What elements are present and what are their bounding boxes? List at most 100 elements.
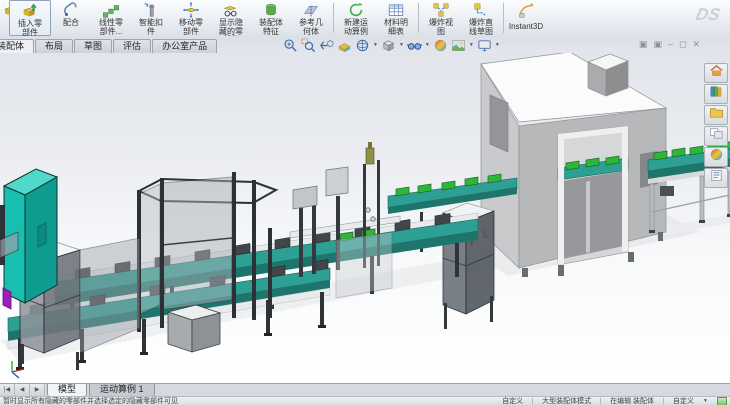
file-explorer-tab[interactable]	[704, 105, 728, 125]
solidworks-resources-tab[interactable]	[704, 63, 728, 83]
smart-fasteners-button[interactable]: 智能扣件	[131, 0, 171, 36]
close-icon[interactable]: ✕	[692, 39, 700, 49]
status-editing-assembly: 在编辑 装配体	[610, 396, 654, 405]
status-units[interactable]: 自定义	[673, 396, 694, 405]
status-large-assembly-mode: 大型装配体模式	[542, 396, 591, 405]
minimize-icon[interactable]: –	[668, 39, 673, 49]
insert-components-button[interactable]: 插入零部件 ▼	[9, 0, 51, 36]
previous-view-icon[interactable]	[319, 38, 334, 53]
units-dropdown-caret[interactable]: ▼	[703, 398, 708, 404]
zoom-to-fit-icon[interactable]	[283, 38, 298, 53]
instant3d-icon	[516, 1, 536, 19]
move-component-button[interactable]: 移动零部件 ▼	[171, 0, 211, 36]
dropdown-caret[interactable]: ▼	[469, 42, 474, 48]
motion-study-icon	[346, 1, 366, 19]
dropdown-caret[interactable]: ▼	[495, 42, 500, 48]
exploded-view-label: 爆炸视图	[426, 19, 456, 36]
edit-appearance-icon[interactable]	[433, 38, 448, 53]
commandmanager-tabs: 装配体 布局 草图 评估 办公室产品	[0, 37, 270, 53]
toolbar-separator	[333, 3, 334, 33]
status-bar: 暂时显示所有隐藏的零部件并选择选定的隐藏零部件可见 自定义 大型装配体模式 在编…	[0, 396, 730, 405]
mate-button[interactable]: 配合	[51, 0, 91, 36]
mate-label: 配合	[63, 19, 79, 28]
tab-row: 装配体 布局 草图 评估 办公室产品 ▼ ▼	[0, 36, 730, 53]
view-orientation-icon[interactable]	[355, 38, 370, 53]
restore-icon[interactable]: ◻	[679, 39, 686, 49]
status-hint: 暂时显示所有隐藏的零部件并选择选定的隐藏零部件可见	[3, 396, 502, 405]
linear-pattern-icon	[101, 1, 121, 19]
tab-office-products[interactable]: 办公室产品	[152, 39, 217, 53]
slides-icon	[709, 126, 724, 146]
new-motion-study-button[interactable]: 新建运动算例	[336, 0, 376, 36]
toolbar-separator	[418, 3, 419, 33]
linear-pattern-label: 线性零部件...	[96, 19, 126, 36]
custom-properties-tab[interactable]	[704, 168, 728, 188]
explode-line-sketch-button[interactable]: 爆炸直线草图	[461, 0, 501, 36]
instant3d-label: Instant3D	[509, 23, 543, 32]
tab-sketch[interactable]: 草图	[74, 39, 112, 53]
mate-icon	[61, 1, 81, 19]
roof-box	[588, 54, 628, 96]
dropdown-caret[interactable]: ▼	[373, 42, 378, 48]
view-settings-icon[interactable]	[477, 38, 492, 53]
main-machine-enclosure	[481, 53, 666, 268]
explode-line-sketch-label: 爆炸直线草图	[466, 19, 496, 36]
apply-scene-icon[interactable]	[451, 38, 466, 53]
assembly-features-icon	[261, 1, 281, 19]
purple-part	[3, 288, 11, 309]
linear-component-pattern-button[interactable]: 线性零部件... ▼	[91, 0, 131, 36]
show-hidden-components-icon	[221, 1, 241, 19]
insert-components-icon	[20, 2, 40, 20]
assembly-scene	[0, 53, 730, 383]
toolbar-separator	[503, 3, 504, 33]
tab-nav-next[interactable]: ▶	[30, 384, 45, 396]
display-style-icon[interactable]	[381, 38, 396, 53]
command-manager: 插入零部件 ▼ 配合 线性零部件... ▼ 智能扣件 移	[0, 0, 730, 37]
books-icon	[709, 84, 724, 104]
status-separator	[663, 398, 664, 405]
smart-fasteners-label: 智能扣件	[136, 19, 166, 36]
exploded-view-button[interactable]: 爆炸视图	[421, 0, 461, 36]
design-library-tab[interactable]	[704, 84, 728, 104]
tab-layout[interactable]: 布局	[35, 39, 73, 53]
zoom-to-area-icon[interactable]	[301, 38, 316, 53]
viewport-3d[interactable]: DS	[0, 53, 730, 383]
bill-of-materials-button[interactable]: 材料明细表	[376, 0, 416, 36]
dassault-logo: DS	[694, 5, 722, 25]
tab-nav-first[interactable]: |◀	[0, 384, 15, 396]
instant3d-button[interactable]: Instant3D	[506, 0, 546, 36]
bottom-tab-bar: |◀ ◀ ▶ 模型 运动算例 1	[0, 383, 730, 397]
new-motion-study-label: 新建运动算例	[341, 19, 371, 36]
appearance-sphere-icon	[709, 147, 724, 167]
bill-of-materials-icon	[386, 1, 406, 19]
insert-components-label: 插入零部件	[15, 20, 45, 37]
solidworks-window: 插入零部件 ▼ 配合 线性零部件... ▼ 智能扣件 移	[0, 0, 730, 405]
cropped-part-icon	[0, 1, 9, 19]
explode-line-sketch-icon	[471, 1, 491, 19]
show-hidden-components-button[interactable]: 显示隐藏的零部件	[211, 0, 251, 36]
properties-icon	[709, 168, 724, 188]
assembly-features-button[interactable]: 装配体特征 ▼	[251, 0, 291, 36]
move-component-icon	[181, 1, 201, 19]
section-view-icon[interactable]	[337, 38, 352, 53]
tab-assembly[interactable]: 装配体	[0, 39, 34, 53]
exploded-view-icon	[431, 1, 451, 19]
status-separator	[600, 398, 601, 405]
dropdown-caret[interactable]: ▼	[399, 42, 404, 48]
reference-geometry-button[interactable]: 参考几何体 ▼	[291, 0, 331, 36]
reference-geometry-label: 参考几何体	[296, 19, 326, 36]
dropdown-caret[interactable]: ▼	[425, 42, 430, 48]
hide-show-items-icon[interactable]	[407, 38, 422, 53]
cascade-icon[interactable]: ▣	[639, 39, 648, 49]
task-pane-tabs	[704, 63, 728, 188]
assembly-features-label: 装配体特征	[256, 19, 286, 36]
appearances-tab[interactable]	[704, 147, 728, 167]
reference-geometry-icon	[301, 1, 321, 19]
smart-fasteners-icon	[141, 1, 161, 19]
cropped-toolbar-button[interactable]	[0, 0, 9, 36]
status-tray-icon[interactable]	[717, 397, 727, 405]
view-palette-tab[interactable]	[704, 126, 728, 146]
tile-icon[interactable]: ▣	[653, 39, 662, 49]
tab-nav-prev[interactable]: ◀	[15, 384, 30, 396]
tab-evaluate[interactable]: 评估	[113, 39, 151, 53]
